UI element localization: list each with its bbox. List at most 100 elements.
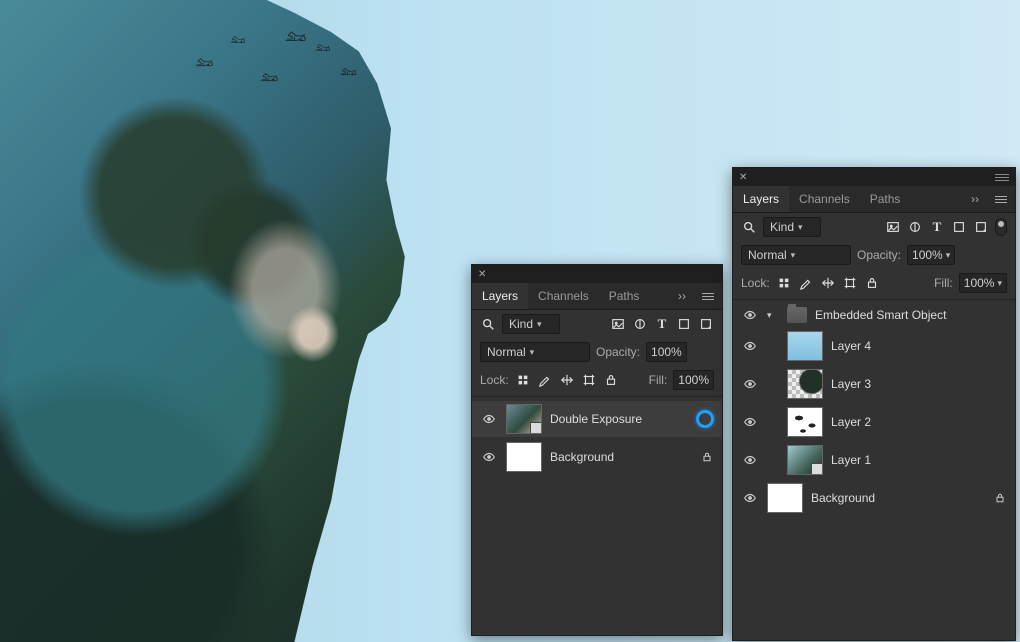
blend-mode-select[interactable]: Normal ▾: [741, 245, 851, 265]
close-panel-icon[interactable]: ✕: [739, 172, 747, 183]
type-filter-icon[interactable]: T: [929, 219, 945, 235]
highlight-ring-icon: [696, 410, 714, 428]
visibility-icon[interactable]: [480, 412, 498, 426]
image-filter-icon[interactable]: [885, 219, 901, 235]
layer-name[interactable]: Layer 1: [831, 453, 1007, 467]
visibility-icon[interactable]: [741, 339, 759, 353]
layer-thumbnail[interactable]: [787, 445, 823, 475]
layer-thumbnail[interactable]: [787, 369, 823, 399]
adjustment-filter-icon[interactable]: [907, 219, 923, 235]
chevron-down-icon: ▾: [791, 250, 796, 261]
filter-toggle[interactable]: [995, 218, 1007, 236]
layer-thumbnail[interactable]: [787, 407, 823, 437]
tab-paths[interactable]: Paths: [599, 283, 650, 309]
artboard-lock-icon[interactable]: [842, 275, 858, 291]
brush-lock-icon[interactable]: [537, 372, 553, 388]
tab-layers[interactable]: Layers: [472, 283, 528, 309]
decorative-bird: 𐦐: [315, 43, 330, 56]
opacity-value: 100%: [651, 345, 682, 359]
brush-lock-icon[interactable]: [798, 275, 814, 291]
layer-row[interactable]: Background: [733, 480, 1015, 516]
decorative-bird: 𐦐: [260, 70, 278, 86]
layer-row[interactable]: Layer 1: [733, 442, 1015, 478]
panel-tabs: Layers Channels Paths ››: [733, 186, 1015, 213]
close-panel-icon[interactable]: ✕: [478, 269, 486, 280]
lock-label: Lock:: [480, 373, 509, 387]
visibility-icon[interactable]: [741, 453, 759, 467]
visibility-icon[interactable]: [480, 450, 498, 464]
shape-filter-icon[interactable]: [951, 219, 967, 235]
pixel-lock-icon[interactable]: [776, 275, 792, 291]
layer-name[interactable]: Double Exposure: [550, 412, 688, 426]
disclosure-triangle-icon[interactable]: ▾: [767, 310, 779, 321]
fill-label: Fill:: [649, 373, 668, 387]
layer-row[interactable]: Background: [472, 439, 722, 475]
pixel-lock-icon[interactable]: [515, 372, 531, 388]
smartobject-filter-icon[interactable]: [698, 316, 714, 332]
layer-thumbnail[interactable]: [506, 404, 542, 434]
layer-thumbnail[interactable]: [787, 331, 823, 361]
lock-row: Lock: Fill: 100% ▾: [733, 269, 1015, 300]
blend-mode-value: Normal: [487, 345, 526, 359]
filter-kind-select[interactable]: Kind ▾: [763, 217, 821, 237]
layer-name[interactable]: Layer 4: [831, 339, 1007, 353]
visibility-icon[interactable]: [741, 308, 759, 322]
chevron-down-icon: ▾: [997, 278, 1002, 289]
lock-indicator-icon: [700, 451, 714, 463]
lock-indicator-icon: [993, 492, 1007, 504]
filter-row: Kind ▾ T: [733, 213, 1015, 241]
group-name[interactable]: Embedded Smart Object: [815, 308, 1007, 322]
decorative-bird: 𐦐: [340, 65, 357, 80]
fill-input[interactable]: 100% ▾: [959, 273, 1007, 293]
visibility-icon[interactable]: [741, 377, 759, 391]
smartobject-filter-icon[interactable]: [973, 219, 989, 235]
layer-thumbnail[interactable]: [506, 442, 542, 472]
layer-name[interactable]: Background: [811, 491, 985, 505]
layer-group-row[interactable]: ▾ Embedded Smart Object: [733, 304, 1015, 326]
visibility-icon[interactable]: [741, 491, 759, 505]
more-icon[interactable]: ››: [963, 192, 987, 206]
chevron-down-icon: ▾: [537, 319, 542, 330]
blend-mode-select[interactable]: Normal ▾: [480, 342, 590, 362]
chevron-down-icon: ▾: [798, 222, 803, 233]
position-lock-icon[interactable]: [820, 275, 836, 291]
layer-thumbnail[interactable]: [767, 483, 803, 513]
lock-all-icon[interactable]: [864, 275, 880, 291]
shape-filter-icon[interactable]: [676, 316, 692, 332]
fill-value: 100%: [964, 276, 995, 290]
tab-paths[interactable]: Paths: [860, 186, 911, 212]
filter-kind-label: Kind: [509, 317, 533, 331]
layer-row[interactable]: Layer 3: [733, 366, 1015, 402]
filter-kind-select[interactable]: Kind ▾: [502, 314, 560, 334]
blend-row: Normal ▾ Opacity: 100%: [472, 338, 722, 366]
more-icon[interactable]: ››: [670, 289, 694, 303]
panel-menu-icon[interactable]: [694, 293, 722, 300]
tab-layers[interactable]: Layers: [733, 186, 789, 212]
fill-input[interactable]: 100%: [673, 370, 714, 390]
layer-row[interactable]: Layer 2: [733, 404, 1015, 440]
layer-row[interactable]: Layer 4: [733, 328, 1015, 364]
opacity-input[interactable]: 100% ▾: [907, 245, 955, 265]
adjustment-filter-icon[interactable]: [632, 316, 648, 332]
tab-channels[interactable]: Channels: [789, 186, 860, 212]
panel-menu-icon[interactable]: [987, 196, 1015, 203]
layer-name[interactable]: Background: [550, 450, 692, 464]
lock-all-icon[interactable]: [603, 372, 619, 388]
opacity-input[interactable]: 100%: [646, 342, 687, 362]
tab-channels[interactable]: Channels: [528, 283, 599, 309]
visibility-icon[interactable]: [741, 415, 759, 429]
layer-name[interactable]: Layer 3: [831, 377, 1007, 391]
decorative-bird: 𐦐: [285, 28, 306, 47]
layer-row[interactable]: Double Exposure: [472, 401, 722, 437]
position-lock-icon[interactable]: [559, 372, 575, 388]
image-filter-icon[interactable]: [610, 316, 626, 332]
panel-titlebar[interactable]: ✕: [472, 265, 722, 283]
type-filter-icon[interactable]: T: [654, 316, 670, 332]
lock-label: Lock:: [741, 276, 770, 290]
artboard-lock-icon[interactable]: [581, 372, 597, 388]
layers-panel-2: ✕ Layers Channels Paths ›› Kind ▾ T Norm…: [732, 167, 1016, 641]
layer-name[interactable]: Layer 2: [831, 415, 1007, 429]
lock-row: Lock: Fill: 100%: [472, 366, 722, 397]
panel-titlebar[interactable]: ✕: [733, 168, 1015, 186]
panel-grip-icon[interactable]: [995, 174, 1009, 181]
